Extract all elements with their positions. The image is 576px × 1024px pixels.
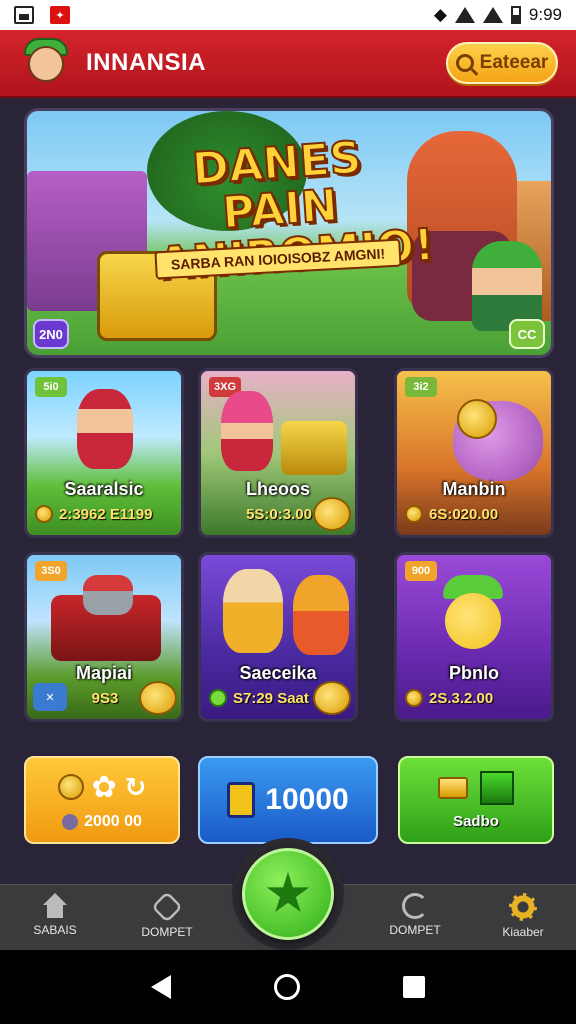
gear-icon [509,893,537,921]
card-title: Manbin [442,479,506,499]
deposit-button[interactable]: ✿ ↻ 2000 00 [24,756,180,844]
system-nav-bar [0,950,576,1024]
coin-icon [405,689,423,707]
deposit-value: 2000 00 [84,812,142,830]
recents-icon[interactable] [402,976,425,998]
banner-badge-left[interactable]: 2N0 [33,319,69,349]
coin-stack-icon [139,681,177,715]
game-card[interactable]: 900 Pbnlo 2S.3.2.00 [394,552,554,722]
flower-icon: ✿ [91,770,117,804]
app-logo-mascot [18,34,76,92]
promo-banner[interactable]: DANES PAIN ANIROMIO! SARBA RAN IOIOISOBZ… [24,108,554,358]
gallery-icon [14,6,34,24]
coin-icon [57,774,84,800]
game-card[interactable]: 3XG Lheoos 5S:0:3.00 [198,368,358,538]
nav-item-wallet[interactable]: DOMPET [122,891,212,949]
back-icon[interactable] [151,975,172,999]
pencil-icon [62,813,79,830]
search-icon [455,54,474,72]
card-tag: 5i0 [35,377,67,397]
app-title: INNANSIA [86,49,207,76]
refresh-icon [402,893,428,919]
status-bar: ✦ ◆ 9:99 [0,0,576,30]
kid-character-illustration [472,241,542,331]
status-time: 9:99 [528,5,562,24]
coin-stack-icon [313,681,351,715]
home-icon [41,893,69,919]
card-tag: 3i2 [405,377,437,397]
game-card[interactable]: 5i0 Saaralsic 2:3962 E1199 [24,368,184,538]
home-circle-icon[interactable] [273,974,300,1000]
cell-signal-icon [482,7,503,23]
card-title: Pbnlo [449,663,499,683]
balance-value: 10000 [265,783,349,816]
card-tag: 3S0 [35,561,67,581]
star-icon [266,872,310,913]
wifi-icon [454,7,475,23]
center-play-button[interactable] [242,848,334,940]
saldo-label: Sadbo [453,812,499,830]
search-button[interactable]: Eateear [446,42,558,84]
banner-badge-right[interactable]: CC [509,319,545,349]
gold-bar-icon [438,776,468,799]
game-card[interactable]: Saeceika S7:29 Saat [198,552,358,722]
battery-icon [510,6,521,24]
coin-icon [209,689,227,707]
saldo-button[interactable]: Sadbo [398,756,554,844]
card-value: 6S:020.00 [405,501,545,527]
game-card[interactable]: 3S0 Mapiai ✕ 9S3 [24,552,184,722]
refresh-icon: ↻ [124,771,147,802]
nav-item-settings[interactable]: Kiaaber [478,893,568,949]
coin-stack-icon [313,497,351,531]
search-button-label: Eateear [479,52,549,73]
card-title: Saaralsic [64,479,144,499]
coin-icon [405,505,423,523]
balance-button[interactable]: 10000 [198,756,378,844]
hexagon-icon [151,891,183,923]
card-value: 2:3962 E1199 [35,501,175,527]
nav-item-wallet-2[interactable]: DOMPET [370,893,460,949]
game-card[interactable]: 3i2 Manbin 6S:020.00 [394,368,554,538]
signal-icon: ◆ [433,5,447,24]
coin-icon [35,505,53,523]
card-tag: 900 [405,561,437,581]
app-notification-icon: ✦ [50,6,70,24]
wallet-icon [227,782,256,818]
card-value: 2S.3.2.00 [405,685,545,711]
app-bar: INNANSIA Eateear [0,30,576,98]
green-cube-icon [480,770,514,805]
nav-item-home[interactable]: SABAIS [10,893,100,949]
